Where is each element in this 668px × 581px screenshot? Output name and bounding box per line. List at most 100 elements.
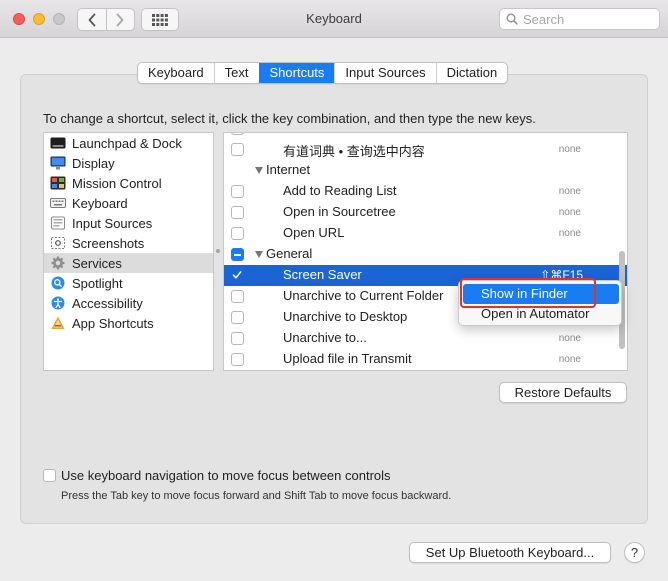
category-label: App Shortcuts (72, 315, 154, 331)
context-menu: Show in Finder Open in Automator (458, 280, 622, 326)
shortcut-row[interactable]: Open URL none (224, 223, 627, 244)
group-checkbox-mixed[interactable] (231, 248, 244, 261)
chevron-right-icon (117, 13, 124, 26)
category-label: Input Sources (72, 215, 153, 231)
category-mission-control[interactable]: Mission Control (44, 173, 213, 193)
mission-control-icon (50, 176, 66, 190)
tab-dictation[interactable]: Dictation (435, 63, 508, 83)
accessibility-icon (50, 296, 66, 310)
category-label: Screenshots (72, 235, 145, 251)
keyboard-navigation-help-text: Press the Tab key to move focus forward … (61, 490, 452, 502)
gear-icon (50, 256, 66, 270)
tab-bar: Keyboard Text Shortcuts Input Sources Di… (137, 62, 509, 84)
category-spotlight[interactable]: Spotlight (44, 273, 213, 293)
shortcut-checkbox[interactable] (231, 332, 244, 345)
category-app-shortcuts[interactable]: App Shortcuts (44, 313, 213, 333)
close-window-button[interactable] (13, 13, 25, 25)
shortcut-label: Unarchive to Current Folder (283, 288, 444, 303)
keyboard-navigation-label: Use keyboard navigation to move focus be… (61, 468, 391, 483)
category-label: Mission Control (72, 175, 162, 191)
category-label: Services (72, 255, 122, 271)
shortcut-keys[interactable]: none (559, 186, 581, 197)
shortcut-checkbox[interactable] (231, 353, 244, 366)
tab-shortcuts[interactable]: Shortcuts (258, 63, 335, 83)
shortcut-label: 有道词典 • 查询选中内容 (283, 144, 425, 159)
grid-icon (152, 13, 168, 26)
shortcut-checkbox[interactable] (231, 185, 244, 198)
search-field[interactable] (499, 8, 660, 30)
title-bar: Keyboard (0, 0, 668, 38)
spotlight-icon (50, 276, 66, 290)
keyboard-navigation-checkbox[interactable] (43, 469, 56, 482)
screenshots-icon (50, 236, 66, 250)
shortcut-row[interactable]: 有道词典 • 查询选中内容 none (224, 139, 627, 160)
restore-defaults-button[interactable]: Restore Defaults (499, 382, 627, 403)
shortcut-label: Open in Sourcetree (283, 204, 396, 219)
shortcut-label: Unarchive to Desktop (283, 309, 408, 324)
shortcut-row[interactable]: Unarchive to... none (224, 328, 627, 349)
category-label: Spotlight (72, 275, 123, 291)
show-all-button[interactable] (141, 8, 179, 31)
split-view-handle[interactable] (216, 249, 220, 253)
forward-button[interactable] (105, 9, 134, 30)
category-input-sources[interactable]: Input Sources (44, 213, 213, 233)
keyboard-navigation-option[interactable]: Use keyboard navigation to move focus be… (43, 468, 391, 483)
shortcut-checkbox[interactable] (231, 206, 244, 219)
category-label: Accessibility (72, 295, 143, 311)
shortcut-checkbox[interactable] (231, 269, 244, 282)
search-icon (506, 13, 518, 25)
minimize-window-button[interactable] (33, 13, 45, 25)
shortcut-group-row[interactable]: General (224, 244, 627, 265)
keyboard-preferences-window: Keyboard Keyboard Text Shortcuts Input S… (0, 0, 668, 581)
shortcut-checkbox[interactable] (231, 143, 244, 156)
shortcut-category-list[interactable]: Launchpad & Dock Display Mission Control… (43, 132, 214, 371)
shortcut-keys[interactable]: none (559, 228, 581, 239)
disclosure-triangle-icon[interactable] (255, 167, 263, 174)
keyboard-icon (50, 196, 66, 210)
help-button[interactable]: ? (624, 542, 645, 563)
setup-bluetooth-keyboard-button[interactable]: Set Up Bluetooth Keyboard... (409, 542, 611, 563)
display-icon (50, 156, 66, 170)
category-display[interactable]: Display (44, 153, 213, 173)
shortcut-label: Unarchive to... (283, 330, 367, 345)
shortcut-keys[interactable]: none (559, 354, 581, 365)
shortcut-row[interactable]: Add to Reading List none (224, 181, 627, 202)
tab-input-sources[interactable]: Input Sources (334, 63, 435, 83)
category-label: Launchpad & Dock (72, 135, 182, 151)
shortcut-keys[interactable]: none (559, 333, 581, 344)
shortcut-checkbox[interactable] (231, 311, 244, 324)
shortcut-checkbox[interactable] (231, 290, 244, 303)
shortcut-row[interactable]: Open in Sourcetree none (224, 202, 627, 223)
back-button[interactable] (78, 9, 106, 30)
search-input[interactable] (523, 11, 653, 27)
launchpad-dock-icon (50, 136, 66, 150)
shortcut-keys[interactable]: none (559, 144, 581, 155)
category-services[interactable]: Services (44, 253, 213, 273)
shortcut-label: Add to Reading List (283, 183, 397, 198)
menu-item-open-in-automator[interactable]: Open in Automator (463, 304, 619, 324)
partial-checkbox (231, 133, 244, 135)
shortcut-group-row[interactable]: Internet (224, 160, 627, 181)
menu-item-show-in-finder[interactable]: Show in Finder (463, 284, 619, 304)
shortcut-checkbox[interactable] (231, 227, 244, 240)
category-screenshots[interactable]: Screenshots (44, 233, 213, 253)
zoom-window-button[interactable] (53, 13, 65, 25)
category-launchpad-dock[interactable]: Launchpad & Dock (44, 133, 213, 153)
category-keyboard[interactable]: Keyboard (44, 193, 213, 213)
shortcut-list[interactable]: 有道词典 • 查询选中内容 none Internet Add to Readi… (223, 132, 628, 371)
category-accessibility[interactable]: Accessibility (44, 293, 213, 313)
tab-keyboard[interactable]: Keyboard (138, 63, 214, 83)
category-label: Keyboard (72, 195, 128, 211)
shortcut-label: Upload file in Transmit (283, 351, 412, 366)
group-label: Internet (266, 162, 311, 177)
group-label: General (266, 246, 313, 261)
input-sources-icon (50, 216, 66, 230)
instruction-text: To change a shortcut, select it, click t… (43, 111, 536, 126)
checkmark-icon (232, 271, 242, 279)
shortcut-keys[interactable]: none (559, 207, 581, 218)
category-label: Display (72, 155, 115, 171)
disclosure-triangle-icon[interactable] (255, 251, 263, 258)
shortcut-row[interactable]: Upload file in Transmit none (224, 349, 627, 370)
tab-text[interactable]: Text (213, 63, 259, 83)
app-shortcuts-icon (50, 316, 66, 330)
